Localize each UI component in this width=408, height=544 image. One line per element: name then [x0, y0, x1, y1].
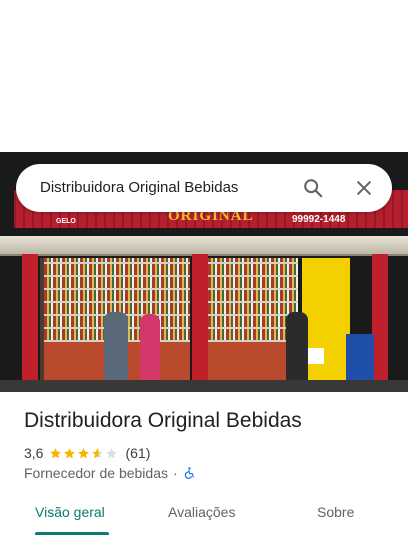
- sign-phone-text: 99992-1448: [292, 214, 346, 225]
- wheelchair-icon: [184, 467, 194, 479]
- tab-overview[interactable]: Visão geral: [35, 504, 105, 520]
- person-3: [286, 312, 308, 382]
- star-icon: [106, 447, 118, 458]
- star-rating: [49, 447, 119, 460]
- qr-code: [308, 348, 324, 364]
- sidewalk: [0, 380, 408, 392]
- pillar-middle: [192, 254, 208, 392]
- star-icon: [92, 447, 104, 458]
- star-icon: [50, 447, 62, 458]
- star-icon: [78, 447, 90, 458]
- person-2: [140, 314, 160, 380]
- search-bar[interactable]: Distribuidora Original Bebidas: [16, 164, 392, 212]
- awning: [0, 236, 408, 256]
- place-title: Distribuidora Original Bebidas: [24, 409, 302, 432]
- tab-reviews[interactable]: Avaliações: [168, 504, 235, 520]
- pillar-left: [22, 254, 38, 392]
- rating-row[interactable]: 3,6 (61): [24, 445, 150, 461]
- close-icon[interactable]: [354, 178, 374, 198]
- sign-gelo-text: GELO: [56, 218, 76, 225]
- search-icon[interactable]: [302, 177, 324, 199]
- review-count[interactable]: (61): [125, 445, 150, 461]
- place-tabs: Visão geral Avaliações Sobre: [0, 500, 408, 544]
- tab-about[interactable]: Sobre: [317, 504, 354, 520]
- search-input[interactable]: Distribuidora Original Bebidas: [40, 179, 238, 196]
- category-row: Fornecedor de bebidas ·: [24, 465, 196, 481]
- active-tab-indicator: [35, 532, 109, 535]
- pillar-right: [372, 254, 388, 392]
- counter-right: [208, 342, 294, 382]
- separator-dot: ·: [173, 465, 178, 481]
- rating-value: 3,6: [24, 445, 44, 461]
- star-icon: [64, 447, 76, 458]
- person-1: [104, 312, 128, 380]
- place-category: Fornecedor de bebidas: [24, 465, 168, 481]
- promo-panel: [302, 258, 350, 388]
